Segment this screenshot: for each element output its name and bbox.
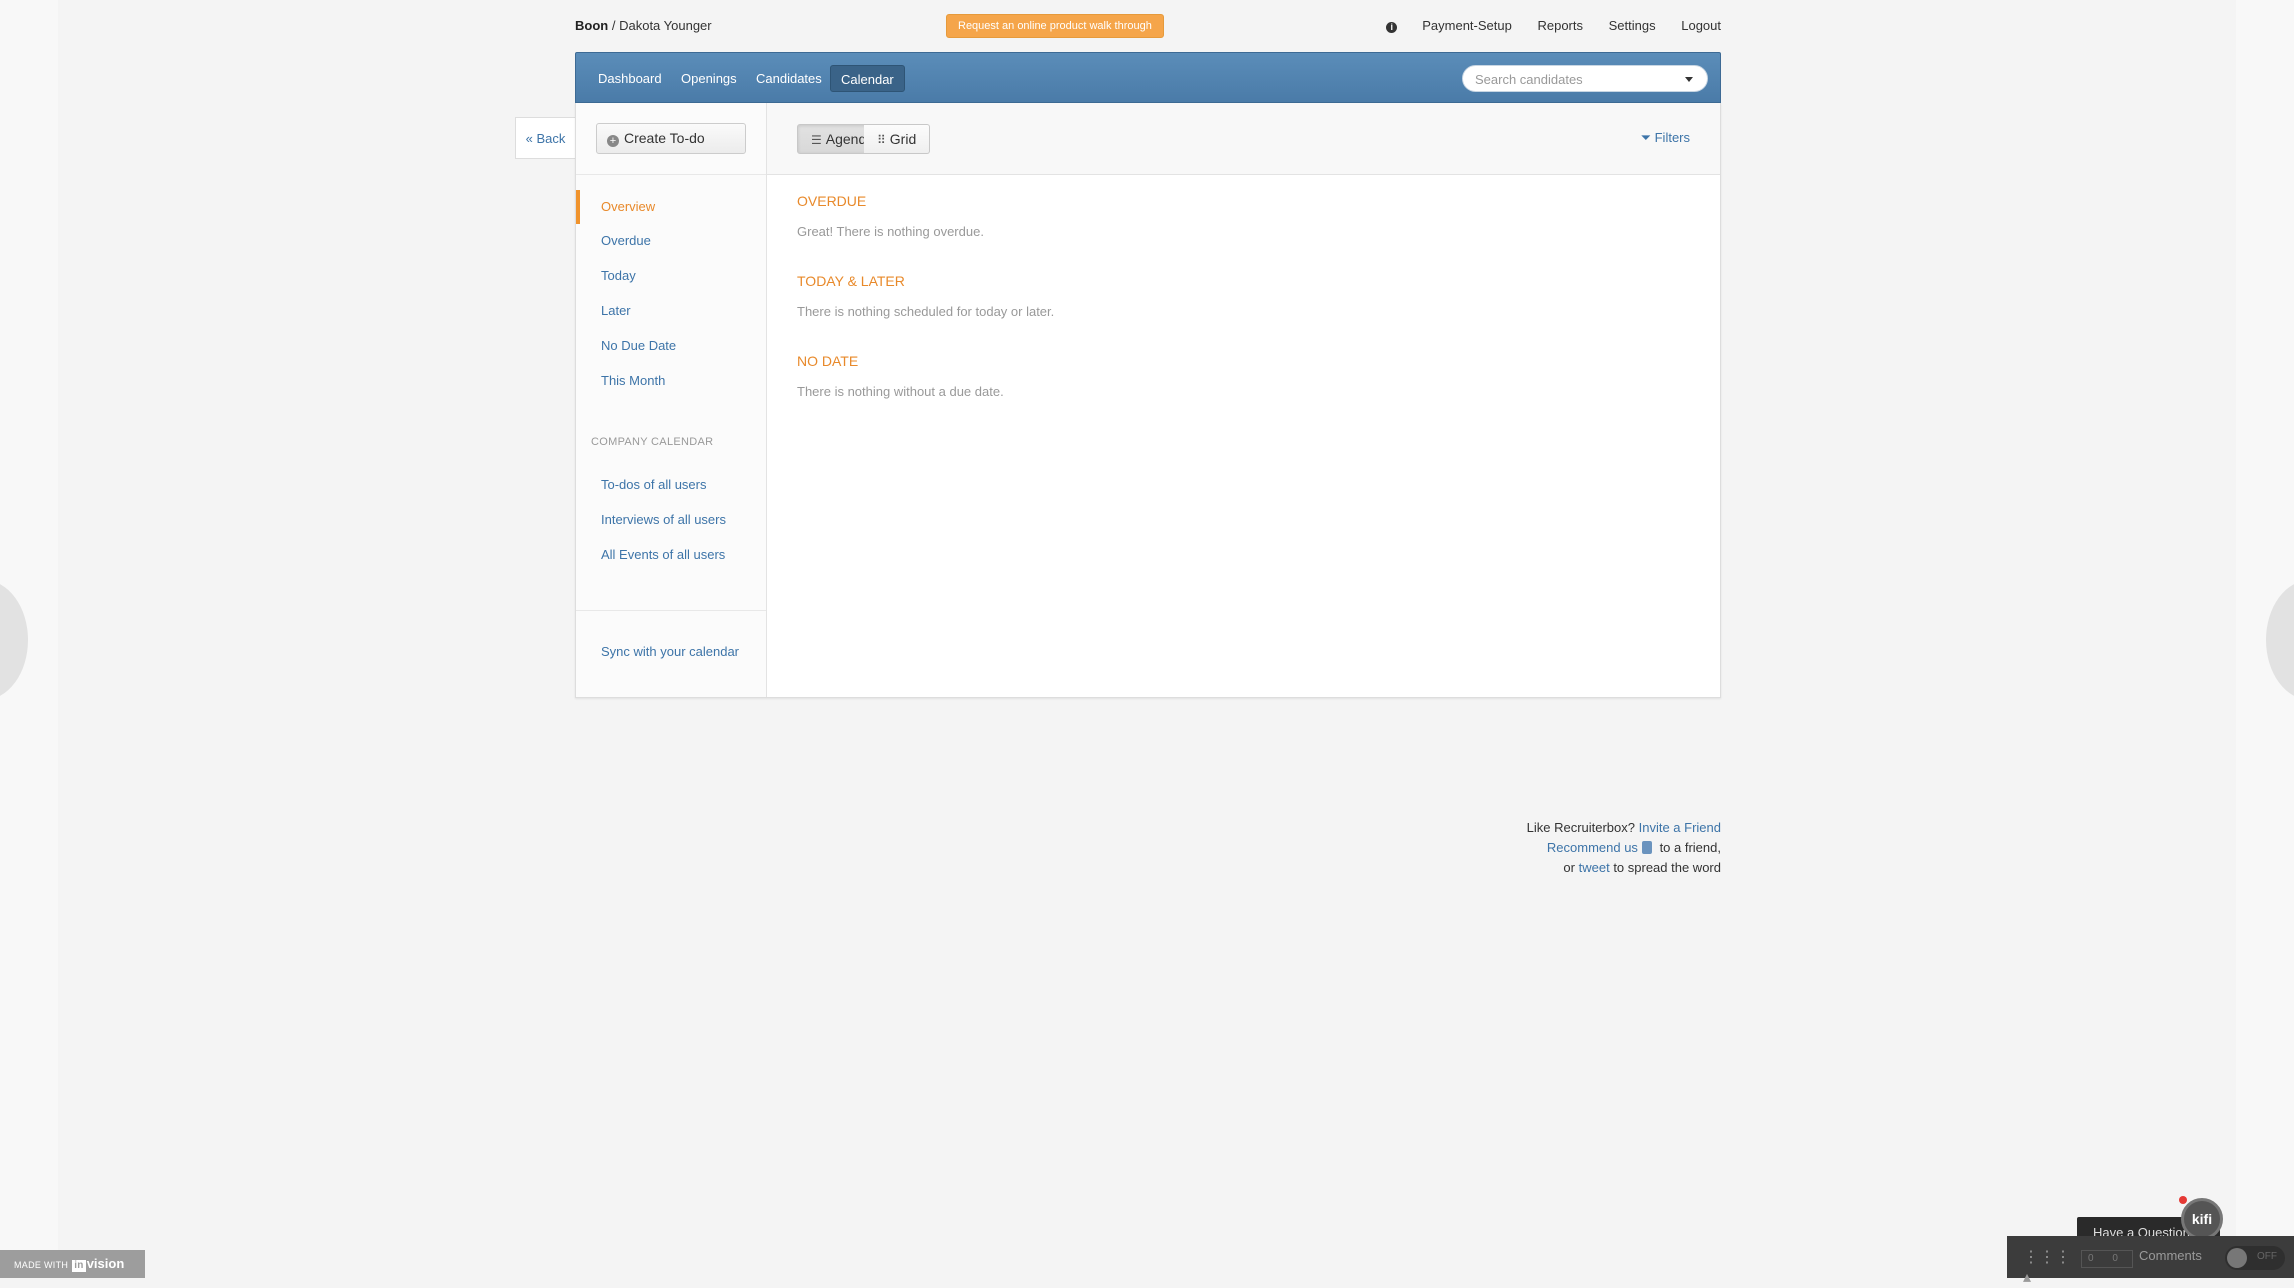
toggle-state: OFF [2257, 1251, 2277, 1262]
filter-icon: ⏷ [1640, 130, 1651, 145]
grid-view-button[interactable]: ⠿ Grid [864, 124, 931, 154]
sidebar-item-later[interactable]: Later [576, 294, 766, 328]
invision-brand: vision [86, 1256, 125, 1271]
apps-grid-icon[interactable]: ⋮⋮⋮ ▴ [2023, 1248, 2071, 1286]
sync-calendar-link[interactable]: Sync with your calendar [576, 635, 766, 669]
view-toolbar: ☰ Agenda ⠿ Grid ⏷ Filters [767, 103, 1720, 175]
tab-dashboard[interactable]: Dashboard [588, 65, 672, 92]
sidebar-item-todos-all-users[interactable]: To-dos of all users [576, 468, 766, 502]
sidebar-item-interviews-all-users[interactable]: Interviews of all users [576, 503, 766, 537]
candidate-search[interactable] [1462, 65, 1708, 93]
sidebar-item-overdue[interactable]: Overdue [576, 224, 766, 258]
sidebar-item-today[interactable]: Today [576, 259, 766, 293]
made-with-invision-badge[interactable]: MADE WITH in vision [0, 1250, 145, 1278]
toggle-knob [2227, 1248, 2247, 1268]
breadcrumb-separator: / [611, 18, 616, 33]
top-bar: Boon / Dakota Younger Request an online … [575, 14, 1721, 42]
settings-link[interactable]: Settings [1609, 18, 1656, 33]
section-text-today-later: There is nothing scheduled for today or … [797, 304, 1055, 319]
section-title-no-date: NO DATE [797, 353, 859, 369]
calendar-panel: + Create To-do Overview Overdue Today Lat… [575, 103, 1721, 698]
grid-icon: ⠿ [877, 133, 886, 147]
back-button[interactable]: « Back [515, 117, 575, 159]
recommend-suffix: to a friend, [1659, 840, 1721, 855]
list-icon: ☰ [811, 133, 822, 147]
info-icon: i [1386, 22, 1398, 33]
invision-logo: in [72, 1260, 86, 1272]
comment-counts: 0 0 [2081, 1250, 2133, 1268]
plus-circle-icon: + [607, 135, 619, 147]
walkthrough-request-button[interactable]: Request an online product walk through [946, 14, 1164, 38]
top-links: i Payment-Setup Reports Settings Logout [1342, 18, 1721, 33]
calendar-sidebar: + Create To-do Overview Overdue Today Lat… [576, 103, 767, 697]
reports-link[interactable]: Reports [1537, 18, 1583, 33]
payment-setup-label: Payment-Setup [1422, 18, 1512, 33]
made-with-label: MADE WITH [14, 1260, 69, 1270]
count-b: 0 [2112, 1253, 2126, 1264]
tab-calendar[interactable]: Calendar [830, 65, 905, 92]
tab-candidates[interactable]: Candidates [746, 65, 832, 92]
comments-label[interactable]: Comments [2139, 1248, 2202, 1263]
sidebar-item-no-due-date[interactable]: No Due Date [576, 329, 766, 363]
section-text-no-date: There is nothing without a due date. [797, 384, 1004, 399]
tweet-link[interactable]: tweet [1579, 860, 1610, 875]
create-todo-button[interactable]: + Create To-do [596, 123, 746, 154]
tweet-suffix: to spread the word [1613, 860, 1721, 875]
filters-button[interactable]: ⏷ Filters [1641, 130, 1690, 146]
user-name: Dakota Younger [619, 18, 712, 33]
comments-toggle[interactable]: OFF [2225, 1246, 2285, 1270]
invite-friend-link[interactable]: Invite a Friend [1639, 820, 1721, 835]
section-text-overdue: Great! There is nothing overdue. [797, 224, 984, 239]
count-a: 0 [2088, 1253, 2102, 1264]
sidebar-item-overview[interactable]: Overview [576, 190, 766, 224]
notification-dot [2179, 1196, 2187, 1204]
company-calendar-heading: COMPANY CALENDAR [591, 436, 714, 448]
account-breadcrumb: Boon / Dakota Younger [575, 18, 712, 33]
section-title-overdue: OVERDUE [797, 193, 867, 209]
kifi-button[interactable]: kifi [2181, 1198, 2223, 1240]
filters-label: Filters [1654, 130, 1690, 145]
grid-label: Grid [889, 131, 917, 147]
create-todo-label: Create To-do [624, 130, 705, 146]
tweet-prefix: or [1563, 860, 1575, 875]
recommend-link[interactable]: Recommend us [1547, 840, 1638, 855]
recommend-icon[interactable] [1641, 841, 1652, 854]
referral-note: Like Recruiterbox? Invite a Friend Recom… [1527, 818, 1721, 878]
logout-link[interactable]: Logout [1681, 18, 1721, 33]
search-input[interactable] [1463, 66, 1677, 93]
invision-toolbar: ⋮⋮⋮ ▴ 0 0 Comments OFF [2007, 1236, 2294, 1286]
divider [576, 610, 766, 611]
main-nav: Dashboard Openings Candidates Calendar [575, 52, 1721, 103]
tab-openings[interactable]: Openings [671, 65, 747, 92]
sidebar-item-events-all-users[interactable]: All Events of all users [576, 538, 766, 572]
chevron-down-icon[interactable] [1685, 77, 1693, 82]
divider [576, 174, 766, 175]
referral-prefix: Like Recruiterbox? [1526, 820, 1635, 835]
company-name[interactable]: Boon [575, 18, 608, 33]
sidebar-item-this-month[interactable]: This Month [576, 364, 766, 398]
section-title-today-later: TODAY & LATER [797, 273, 905, 289]
payment-setup-link[interactable]: i Payment-Setup [1364, 18, 1512, 33]
